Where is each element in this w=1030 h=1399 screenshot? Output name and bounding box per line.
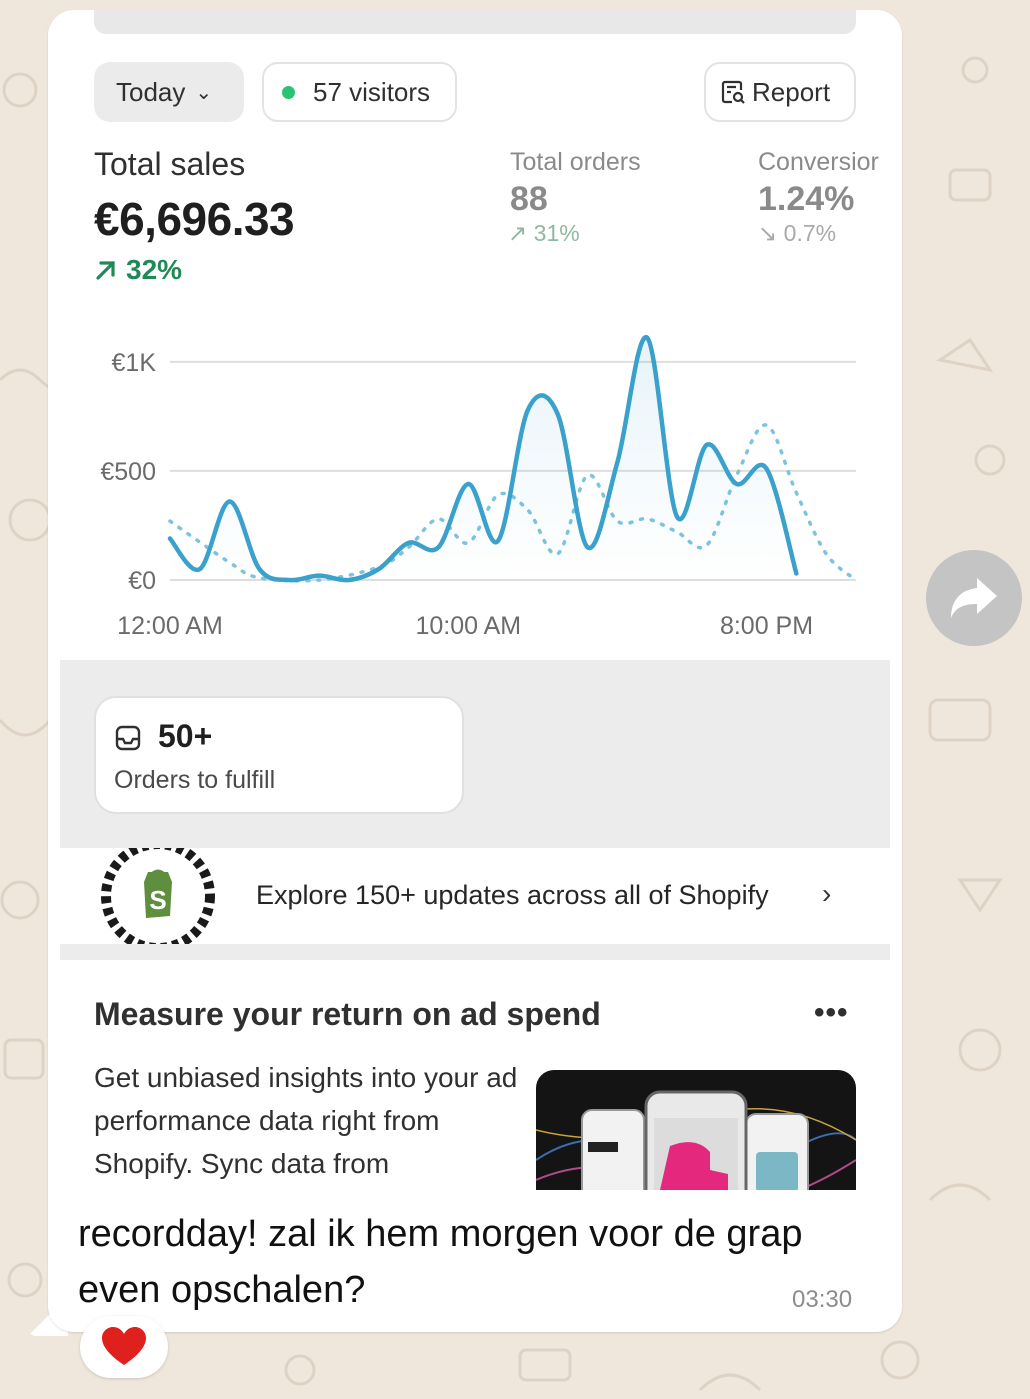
forward-arrow-icon: [951, 578, 997, 618]
heart-icon: [102, 1327, 146, 1365]
trend-down-small-icon: ↘: [758, 220, 778, 246]
live-visitors-button[interactable]: 57 visitors: [262, 62, 457, 122]
editions-banner[interactable]: S Explore 150+ updates across all of Sho…: [60, 848, 890, 944]
chevron-right-icon: ›: [822, 878, 832, 909]
total-orders-change: ↗ 31%: [508, 220, 580, 247]
more-options-icon[interactable]: •••: [814, 996, 849, 1030]
x-tick-label: 10:00 AM: [415, 612, 521, 640]
orders-to-fulfill-count: 50+: [158, 718, 213, 754]
y-tick-label: €1K: [112, 349, 157, 377]
section-separator: [60, 944, 890, 960]
visitors-label: 57 visitors: [313, 76, 431, 107]
chevron-down-icon: ⌄: [195, 81, 213, 104]
trend-up-icon: [96, 261, 115, 280]
trend-up-small-icon: ↗: [508, 220, 528, 246]
inbox-icon: [114, 724, 142, 757]
editions-link-text: Explore 150+ updates across all of Shopi…: [256, 880, 769, 910]
forward-button[interactable]: [926, 550, 1022, 646]
ad-card-body: Get unbiased insights into your ad perfo…: [94, 1062, 518, 1179]
total-sales-change: 32%: [94, 254, 182, 286]
ad-card-title: Measure your return on ad spend: [94, 996, 601, 1032]
heart-reaction[interactable]: [80, 1316, 168, 1378]
message-text: recordday! zal ik hem morgen voor de gra…: [78, 1213, 803, 1311]
y-tick-label: €0: [128, 567, 156, 595]
sales-line-chart[interactable]: €1K €500 €0 12:00 AM 10:00 AM 8:00 PM: [48, 310, 902, 670]
conversion-change: ↘ 0.7%: [758, 220, 836, 247]
live-status-dot: [282, 85, 295, 99]
total-sales-change-value: 32%: [126, 254, 183, 285]
report-icon: [720, 79, 746, 105]
shopify-editions-badge-icon: S: [101, 848, 215, 944]
ad-card-image: [536, 1070, 856, 1190]
total-orders-change-value: 31%: [533, 220, 580, 246]
report-label: Report: [752, 76, 831, 107]
report-button[interactable]: Report: [704, 62, 856, 122]
conversion-label: Conversior: [758, 148, 879, 176]
date-range-button[interactable]: Today ⌄: [94, 62, 244, 122]
svg-text:S: S: [149, 885, 166, 915]
date-range-label: Today: [116, 76, 186, 107]
y-tick-label: €500: [100, 458, 156, 486]
conversion-value: 1.24%: [758, 180, 855, 218]
total-sales-value: €6,696.33: [94, 193, 295, 245]
message-bubble[interactable]: Today ⌄ 57 visitors Report Total sales €…: [48, 10, 902, 1332]
message-timestamp: 03:30: [792, 1286, 853, 1313]
total-orders-label: Total orders: [510, 148, 641, 176]
total-orders-value: 88: [510, 180, 548, 218]
total-sales-label: Total sales: [94, 146, 246, 182]
x-tick-label: 8:00 PM: [720, 612, 813, 640]
shared-screenshot[interactable]: Today ⌄ 57 visitors Report Total sales €…: [48, 10, 902, 1190]
orders-to-fulfill-card[interactable]: 50+ Orders to fulfill: [94, 696, 464, 814]
orders-to-fulfill-label: Orders to fulfill: [114, 766, 276, 794]
top-divider: [94, 10, 856, 34]
conversion-change-value: 0.7%: [783, 220, 837, 246]
x-tick-label: 12:00 AM: [117, 612, 223, 640]
